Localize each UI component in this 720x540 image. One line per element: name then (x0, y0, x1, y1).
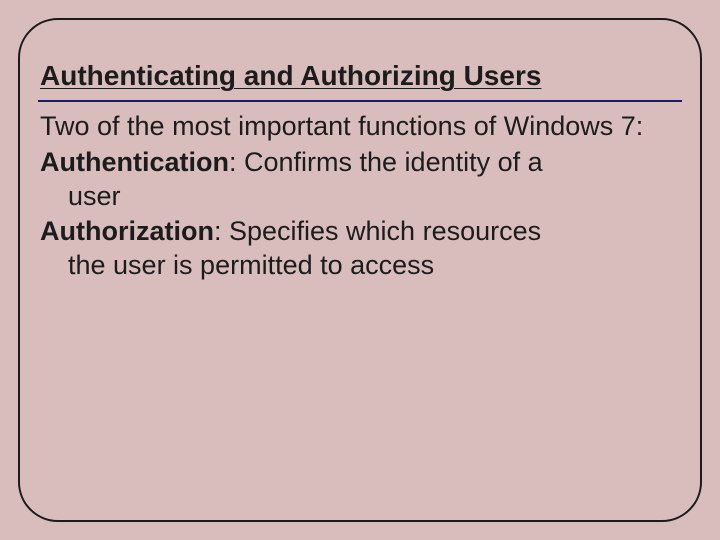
intro-text: Two of the most important functions of W… (40, 110, 682, 144)
term-desc-line1: : Specifies which resources (214, 216, 541, 246)
title-underline-rule (38, 100, 682, 102)
slide-title: Authenticating and Authorizing Users (38, 60, 682, 92)
term-desc-line2: the user is permitted to access (40, 249, 682, 283)
term-label: Authorization (40, 216, 214, 246)
term-desc-line1: : Confirms the identity of a (229, 147, 543, 177)
list-item: Authentication: Confirms the identity of… (40, 146, 682, 214)
slide-body: Two of the most important functions of W… (38, 110, 682, 283)
slide-frame: Authenticating and Authorizing Users Two… (18, 18, 702, 522)
term-desc-line2: user (40, 180, 682, 214)
term-label: Authentication (40, 147, 229, 177)
list-item: Authorization: Specifies which resources… (40, 215, 682, 283)
